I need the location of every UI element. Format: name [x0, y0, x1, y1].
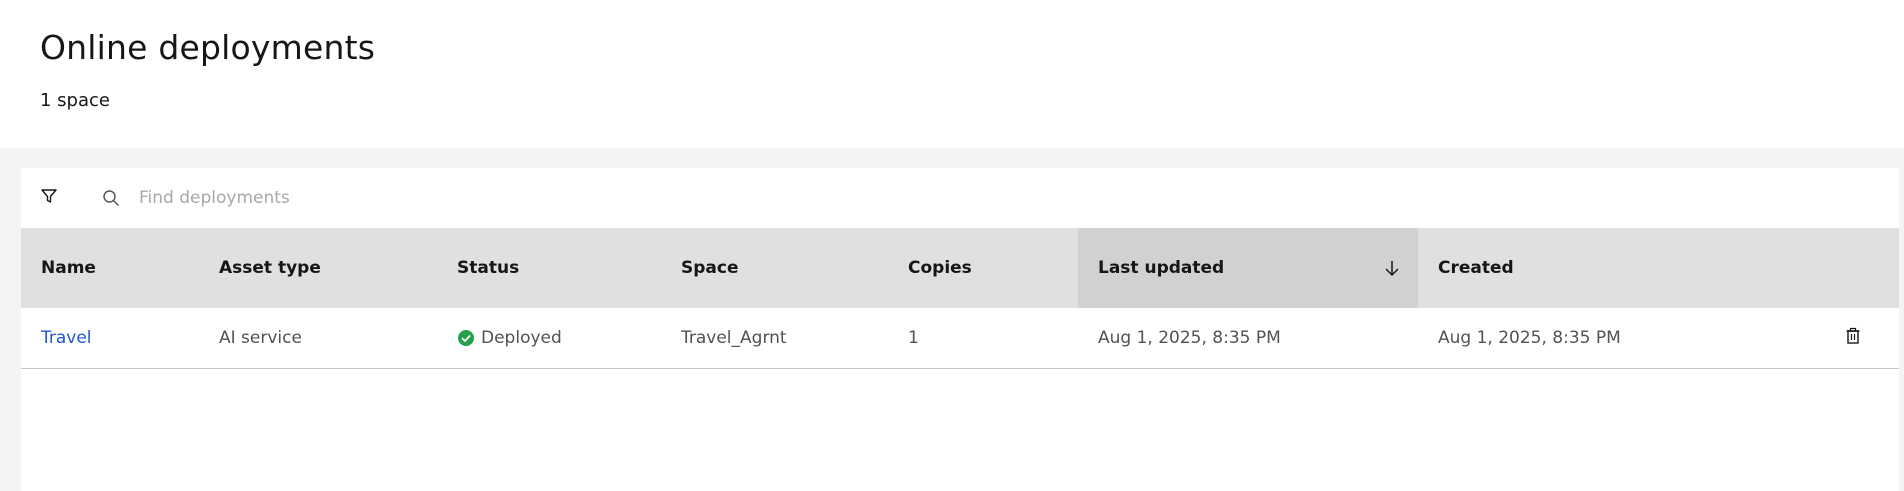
page-subtitle: 1 space: [40, 90, 110, 111]
column-header-label: Status: [457, 258, 520, 278]
column-header-space[interactable]: Space: [661, 228, 888, 308]
trash-can-icon: [1844, 327, 1862, 349]
copies-cell: 1: [908, 328, 919, 348]
deployment-name-link[interactable]: Travel: [21, 308, 199, 368]
arrow-down-icon[interactable]: [1380, 256, 1404, 280]
column-header-last-updated[interactable]: Last updated: [1078, 228, 1418, 308]
space-cell: Travel_Agrnt: [681, 328, 787, 348]
asset-type-cell: AI service: [219, 328, 302, 348]
search-icon: [99, 186, 123, 210]
status-cell: Deployed: [437, 308, 661, 368]
created-cell: Aug 1, 2025, 8:35 PM: [1438, 328, 1621, 348]
table-header: Name Asset type Status Space Copies Last…: [21, 228, 1899, 308]
delete-button[interactable]: [1841, 326, 1865, 350]
column-header-label: Last updated: [1098, 258, 1225, 278]
checkmark-filled-icon: [457, 329, 475, 347]
status-label: Deployed: [481, 328, 562, 348]
page-header: Online deployments 1 space: [0, 0, 1904, 148]
deployments-table: Name Asset type Status Space Copies Last…: [21, 168, 1899, 491]
column-header-label: Copies: [908, 258, 972, 278]
column-header-label: Space: [681, 258, 739, 278]
content-area: Name Asset type Status Space Copies Last…: [0, 148, 1904, 491]
column-header-copies[interactable]: Copies: [888, 228, 1078, 308]
table-row: Travel AI service Deployed Travel_Agrnt …: [21, 308, 1899, 369]
table-toolbar: [21, 168, 1899, 228]
filter-button[interactable]: [33, 182, 65, 214]
column-header-label: Asset type: [219, 258, 321, 278]
last-updated-cell: Aug 1, 2025, 8:35 PM: [1098, 328, 1281, 348]
filter-icon: [40, 187, 58, 209]
column-header-created[interactable]: Created: [1418, 228, 1899, 308]
page-title: Online deployments: [40, 28, 376, 67]
search-input[interactable]: [139, 182, 739, 214]
column-header-label: Created: [1438, 258, 1514, 278]
column-header-name[interactable]: Name: [21, 228, 199, 308]
column-header-asset-type[interactable]: Asset type: [199, 228, 437, 308]
column-header-label: Name: [41, 258, 96, 278]
column-header-status[interactable]: Status: [437, 228, 661, 308]
